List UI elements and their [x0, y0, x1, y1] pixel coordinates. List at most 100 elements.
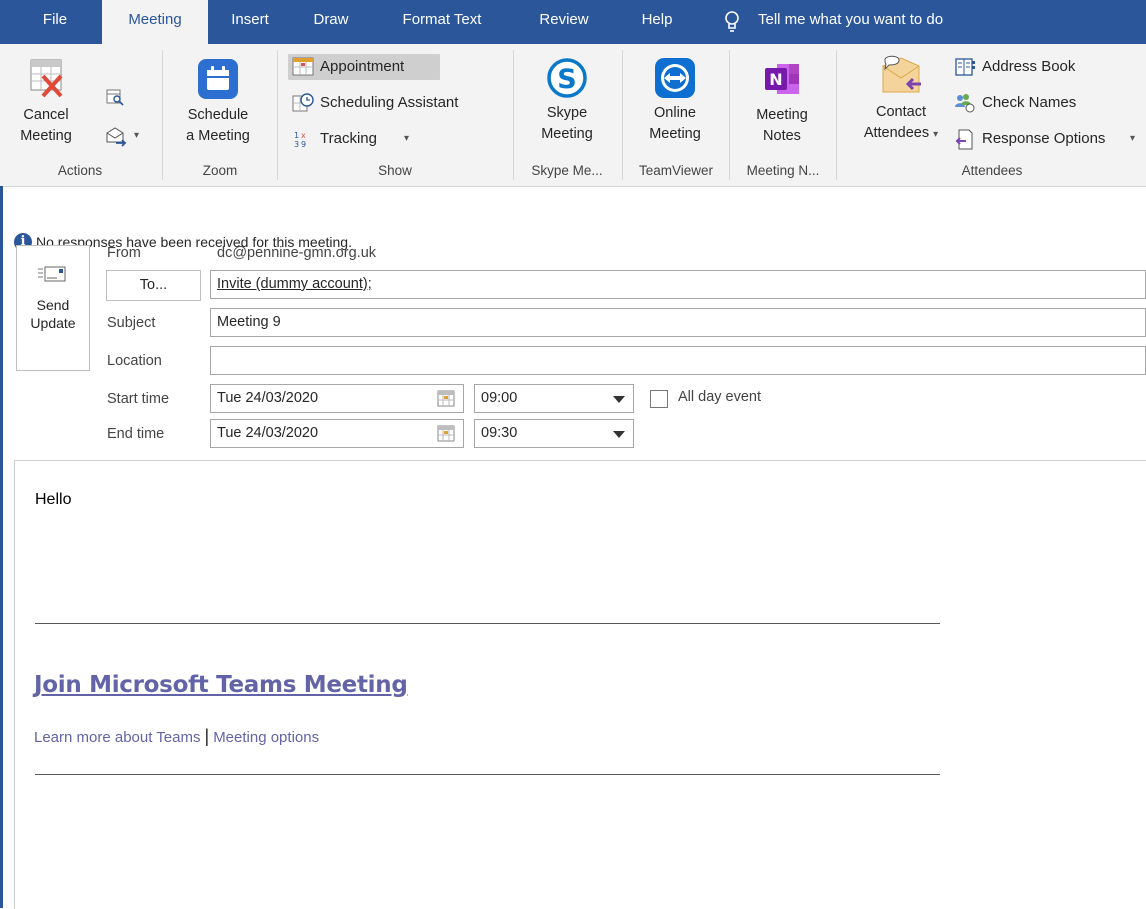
cancel-meeting-label2: Meeting	[20, 128, 72, 144]
send-envelope-icon	[38, 266, 66, 282]
group-label-show: Show	[378, 163, 412, 178]
svg-text:1: 1	[294, 131, 299, 140]
contact-label2: Attendees ▾	[846, 123, 956, 145]
ribbon-tab-bar: File Meeting Insert Draw Format Text Rev…	[0, 0, 1146, 46]
check-names-label: Check Names	[982, 94, 1077, 111]
tab-draw[interactable]: Draw	[306, 0, 356, 44]
tracking-label: Tracking	[320, 130, 377, 147]
contact-label1: Contact	[876, 104, 926, 120]
cancel-meeting-button[interactable]: Cancel Meeting	[18, 58, 74, 147]
end-time-select[interactable]: 09:30	[474, 419, 634, 448]
scheduling-assistant-button[interactable]: Scheduling Assistant	[292, 90, 502, 116]
meeting-notes-button[interactable]: N Meeting Notes	[736, 58, 828, 147]
start-date-value: Tue 24/03/2020	[217, 390, 319, 406]
tab-insert[interactable]: Insert	[222, 0, 278, 44]
contact-label2-text: Attendees	[863, 125, 930, 141]
teamviewer-online-meeting-button[interactable]: Online Meeting	[628, 56, 722, 145]
appointment-label: Appointment	[320, 58, 405, 75]
end-date-picker[interactable]: Tue 24/03/2020	[210, 419, 464, 448]
divider-line	[35, 774, 940, 775]
meeting-options-link[interactable]: Meeting options	[213, 729, 319, 746]
ribbon: Cancel Meeting ▾ Actions Schedule a Meet…	[0, 44, 1146, 187]
meeting-notes-label2: Notes	[763, 128, 801, 144]
cancel-meeting-label1: Cancel	[23, 107, 69, 123]
response-options-icon	[955, 129, 973, 150]
skype-icon: S	[547, 58, 587, 98]
online-meeting-label2: Meeting	[649, 126, 701, 142]
schedule-label2: a Meeting	[186, 128, 250, 144]
start-date-picker[interactable]: Tue 24/03/2020	[210, 384, 464, 413]
address-book-label: Address Book	[982, 58, 1076, 75]
address-book-button[interactable]: Address Book	[954, 54, 1104, 80]
lightbulb-icon	[725, 11, 739, 32]
end-time-label: End time	[107, 426, 165, 442]
to-field[interactable]: Invite (dummy account);	[210, 270, 1146, 299]
link-separator: |	[204, 726, 210, 746]
group-label-meeting-notes: Meeting N...	[746, 163, 820, 178]
start-time-select[interactable]: 09:00	[474, 384, 634, 413]
to-recipient[interactable]: Invite (dummy account);	[217, 276, 372, 292]
group-divider	[836, 50, 837, 180]
check-names-button[interactable]: Check Names	[954, 90, 1104, 116]
body-greeting: Hello	[35, 491, 72, 508]
location-field[interactable]	[210, 346, 1146, 375]
chevron-down-icon	[613, 431, 625, 438]
check-names-icon	[955, 94, 975, 113]
start-time-label: Start time	[107, 391, 170, 407]
contact-attendees-icon	[882, 55, 921, 93]
location-label: Location	[107, 353, 162, 369]
chevron-down-icon: ▾	[933, 129, 939, 140]
group-label-teamviewer: TeamViewer	[638, 163, 714, 178]
svg-text:S: S	[557, 64, 576, 95]
onenote-icon: N	[765, 64, 799, 94]
tell-me-text: Tell me what you want to do	[758, 11, 944, 28]
group-divider	[162, 50, 163, 180]
to-button[interactable]: To...	[106, 270, 201, 301]
address-book-icon	[955, 58, 975, 76]
divider-line	[35, 623, 940, 624]
tab-format-text[interactable]: Format Text	[392, 0, 492, 44]
calendar-preview-icon[interactable]	[106, 88, 124, 106]
tab-help[interactable]: Help	[632, 0, 682, 44]
meeting-notes-label1: Meeting	[756, 107, 808, 123]
start-time-value: 09:00	[481, 390, 518, 406]
group-label-zoom: Zoom	[202, 163, 238, 178]
calendar-icon[interactable]	[437, 390, 455, 407]
join-teams-meeting-link[interactable]: Join Microsoft Teams Meeting	[34, 672, 408, 698]
svg-text:x: x	[301, 131, 306, 140]
schedule-zoom-meeting-button[interactable]: Schedule a Meeting	[172, 58, 264, 147]
cancel-meeting-icon	[30, 59, 63, 98]
subject-field[interactable]: Meeting 9	[210, 308, 1146, 337]
group-divider	[622, 50, 623, 180]
chevron-down-icon: ▾	[134, 130, 140, 141]
appointment-button[interactable]: Appointment	[288, 54, 440, 80]
end-time-value: 09:30	[481, 425, 518, 441]
group-label-skype: Skype Me...	[531, 163, 603, 178]
send-label1: Send	[36, 297, 70, 313]
tab-review[interactable]: Review	[528, 0, 600, 44]
online-meeting-label1: Online	[654, 105, 696, 121]
forward-envelope-icon	[106, 127, 127, 147]
chevron-down-icon: ▾	[404, 133, 410, 144]
group-divider	[277, 50, 278, 180]
group-divider	[513, 50, 514, 180]
tab-file[interactable]: File	[30, 0, 80, 44]
scheduling-assistant-icon	[292, 93, 314, 112]
send-update-button[interactable]: Send Update	[16, 245, 90, 371]
from-label: From	[107, 245, 141, 261]
learn-more-teams-link[interactable]: Learn more about Teams	[34, 729, 201, 746]
contact-attendees-button[interactable]: Contact Attendees ▾	[846, 54, 956, 145]
tab-meeting[interactable]: Meeting	[102, 0, 208, 46]
response-options-button[interactable]: Response Options ▾	[954, 126, 1144, 152]
schedule-label1: Schedule	[187, 107, 249, 123]
from-value: dc@pennine-gmn.org.uk	[217, 245, 377, 261]
svg-text:N: N	[769, 70, 782, 89]
window-left-border	[0, 186, 3, 908]
all-day-checkbox[interactable]	[650, 390, 668, 408]
calendar-icon[interactable]	[437, 425, 455, 442]
forward-button[interactable]: ▾	[104, 124, 144, 148]
skype-meeting-button[interactable]: S Skype Meeting	[522, 56, 612, 145]
tracking-button[interactable]: 1 3 x 9 Tracking ▾	[292, 126, 432, 152]
response-options-label: Response Options	[982, 130, 1106, 147]
all-day-label: All day event	[678, 389, 762, 405]
